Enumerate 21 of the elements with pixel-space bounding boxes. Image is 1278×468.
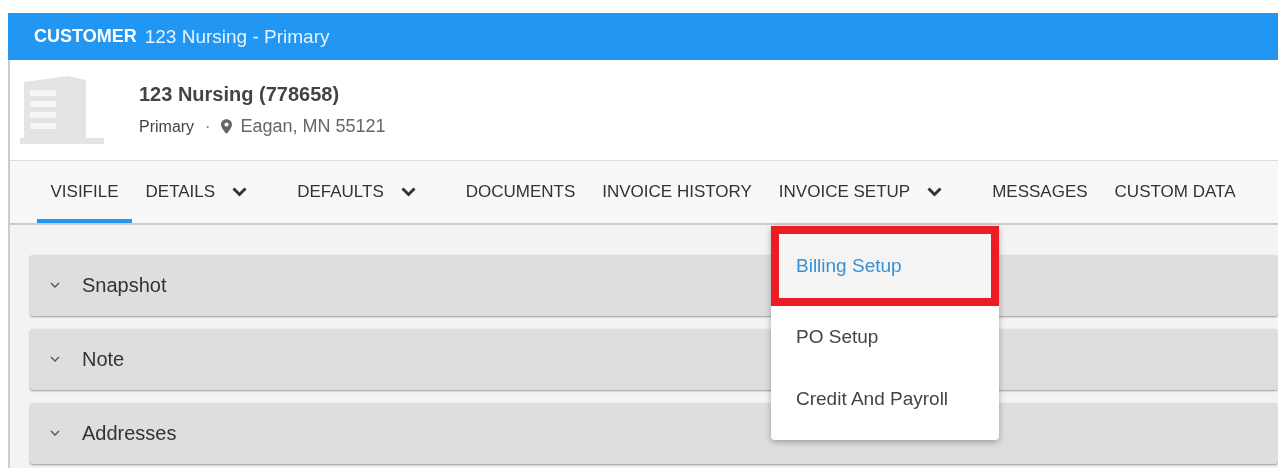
nav-tab[interactable]: MESSAGES [978, 161, 1102, 223]
nav-tab[interactable]: INVOICE HISTORY [588, 161, 766, 223]
nav-tab[interactable]: DETAILS [132, 161, 284, 223]
panel-title: Addresses [82, 422, 177, 445]
panel-title: Note [82, 348, 125, 371]
nav-tab[interactable]: INVOICE SETUP [765, 161, 979, 223]
chevron-down-icon [50, 282, 60, 289]
customer-name: 123 Nursing (778658) [139, 83, 341, 106]
panel-title: Snapshot [82, 274, 167, 297]
nav-tab[interactable]: DOCUMENTS [452, 161, 589, 223]
separator-dot: · [205, 117, 211, 136]
nav-tab[interactable]: DEFAULTS [283, 161, 453, 223]
location-pin-icon [221, 119, 233, 134]
window-title: 123 Nursing - Primary [144, 25, 330, 48]
customer-location: Eagan, MN 55121 [240, 116, 386, 137]
chevron-down-icon [50, 356, 60, 363]
building-icon [20, 76, 104, 144]
chevron-down-icon [50, 430, 60, 437]
nav-tab[interactable]: CUSTOM DATA [1101, 161, 1249, 223]
section-label: CUSTOMER [34, 26, 137, 47]
customer-type: Primary [139, 117, 195, 136]
